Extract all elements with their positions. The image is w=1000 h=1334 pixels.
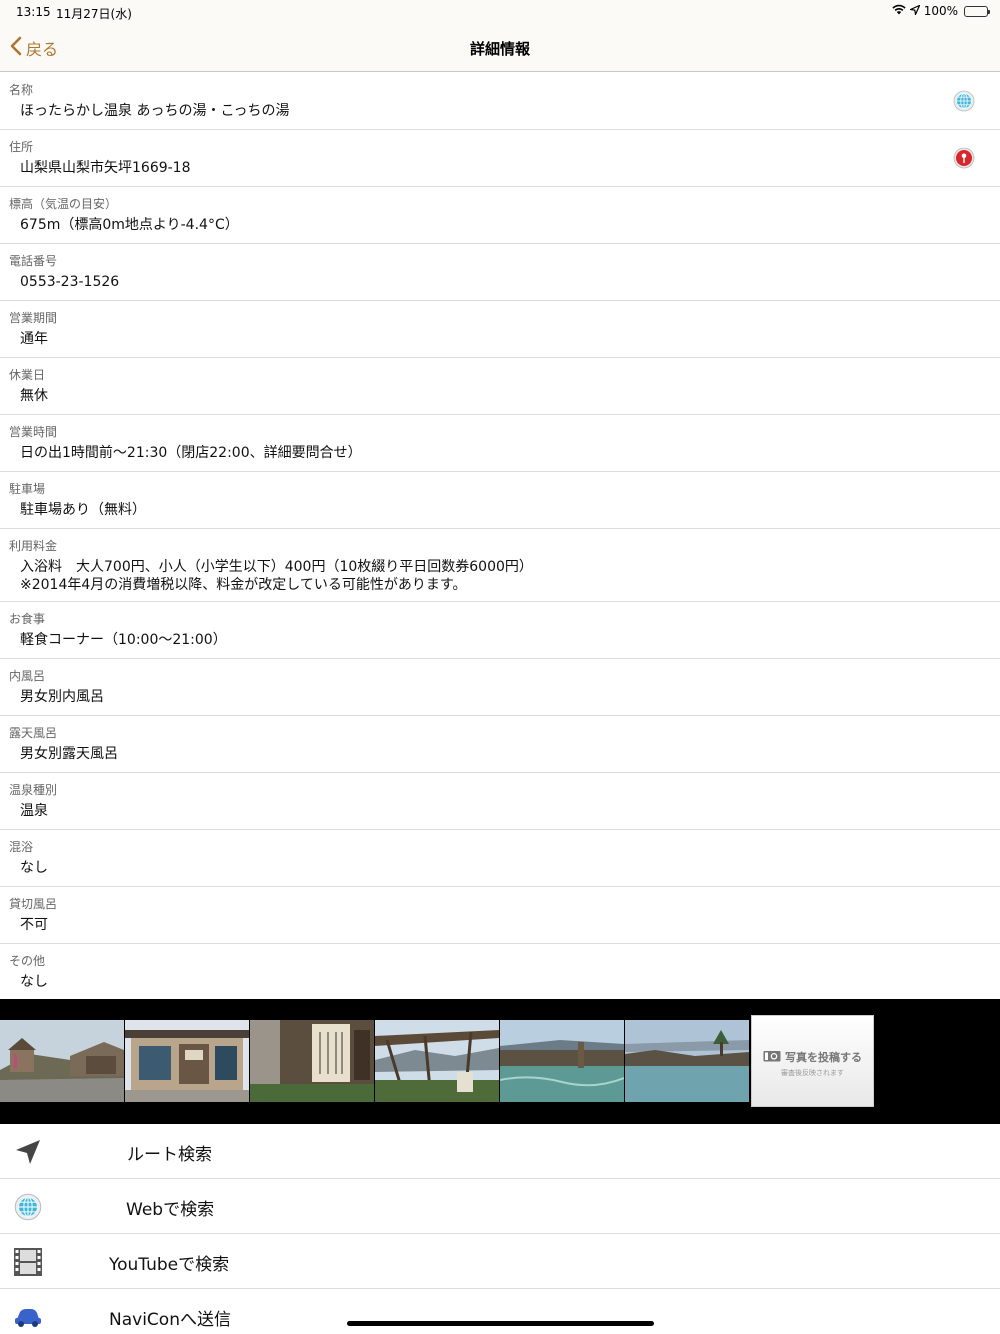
web-search-label: Webで検索: [126, 1200, 215, 1220]
detail-value: 温泉: [20, 803, 48, 819]
photo-thumbnail[interactable]: [250, 1020, 374, 1102]
detail-value: 675m（標高0m地点より-4.4°C）: [20, 217, 239, 233]
detail-row-outdoor-bath: 露天風呂 男女別露天風呂: [0, 716, 1000, 773]
detail-value: 山梨県山梨市矢坪1669-18: [20, 160, 191, 176]
detail-label: お食事: [9, 612, 46, 626]
detail-label: 温泉種別: [9, 783, 58, 797]
detail-label: 標高（気温の目安）: [9, 197, 118, 211]
photo-thumbnail[interactable]: [0, 1020, 124, 1102]
route-search-label: ルート検索: [127, 1145, 212, 1165]
detail-value: 軽食コーナー（10:00～21:00）: [20, 632, 227, 648]
location-arrow-icon: [908, 4, 921, 18]
detail-row-private-bath: 貸切風呂 不可: [0, 887, 1000, 944]
web-search-button[interactable]: Webで検索: [0, 1179, 1000, 1234]
post-photo-sublabel: 審査後反映されます: [781, 1069, 844, 1077]
detail-row-other: その他 なし: [0, 944, 1000, 1001]
detail-row-fees: 利用料金 入浴料 大人700円、小人（小学生以下）400円（10枚綴り平日回数券…: [0, 529, 1000, 602]
post-photo-label: 写真を投稿する: [785, 1051, 862, 1064]
photo-thumbnail[interactable]: [500, 1020, 624, 1102]
detail-label: 休業日: [9, 368, 46, 382]
detail-row-parking: 駐車場 駐車場あり（無料）: [0, 472, 1000, 529]
navicon-send-label: NaviConへ送信: [109, 1310, 231, 1330]
photo-thumbnail[interactable]: [625, 1020, 749, 1102]
youtube-search-button[interactable]: YouTubeで検索: [0, 1234, 1000, 1289]
detail-row-business-period: 営業期間 通年: [0, 301, 1000, 358]
photo-strip[interactable]: 写真を投稿する 審査後反映されます: [0, 999, 1000, 1124]
status-time: 13:15: [16, 5, 51, 19]
detail-value: 無休: [20, 388, 48, 404]
page-title: 詳細情報: [469, 40, 530, 58]
detail-value: なし: [20, 974, 48, 990]
detail-list: 名称 ほったらかし温泉 あっちの湯・こっちの湯 住所 山梨県山梨市矢坪1669-…: [0, 73, 1000, 1001]
car-icon: [12, 1301, 44, 1333]
battery-percentage: 100%: [923, 4, 958, 18]
action-list: ルート検索 Webで検索 YouTubeで検索 NaviConへ送信: [0, 1124, 1000, 1334]
navicon-send-button[interactable]: NaviConへ送信: [0, 1289, 1000, 1334]
status-date: 11月27日(水): [56, 7, 132, 21]
detail-value: 0553-23-1526: [20, 274, 120, 290]
detail-label: 内風呂: [9, 669, 46, 683]
camera-icon: [763, 1050, 781, 1065]
detail-value: 不可: [20, 917, 48, 933]
post-photo-button[interactable]: 写真を投稿する 審査後反映されます: [751, 1015, 874, 1107]
detail-row-indoor-bath: 内風呂 男女別内風呂: [0, 659, 1000, 716]
detail-row-mixed-bathing: 混浴 なし: [0, 830, 1000, 887]
detail-row-name: 名称 ほったらかし温泉 あっちの湯・こっちの湯: [0, 73, 1000, 130]
detail-label: 電話番号: [9, 254, 58, 268]
detail-label: 名称: [9, 83, 34, 97]
status-bar: 13:15 11月27日(水) 100%: [0, 0, 1000, 24]
home-indicator[interactable]: [347, 1321, 654, 1326]
detail-label: 混浴: [9, 840, 34, 854]
battery-icon: [964, 5, 990, 17]
detail-label: 露天風呂: [9, 726, 58, 740]
detail-value: ほったらかし温泉 あっちの湯・こっちの湯: [20, 103, 290, 119]
detail-value: 男女別露天風呂: [20, 746, 118, 762]
status-right: 100%: [892, 4, 990, 18]
detail-value: なし: [20, 860, 48, 876]
detail-row-business-hours: 営業時間 日の出1時間前～21:30（閉店22:00、詳細要問合せ）: [0, 415, 1000, 472]
detail-label: 駐車場: [9, 482, 46, 496]
detail-row-spring-type: 温泉種別 温泉: [0, 773, 1000, 830]
wifi-icon: [892, 4, 906, 18]
navigation-arrow-icon: [12, 1136, 44, 1168]
navigation-bar: 戻る 詳細情報: [0, 24, 1000, 72]
detail-row-phone: 電話番号 0553-23-1526: [0, 244, 1000, 301]
detail-row-address: 住所 山梨県山梨市矢坪1669-18: [0, 130, 1000, 187]
detail-row-meals: お食事 軽食コーナー（10:00～21:00）: [0, 602, 1000, 659]
detail-row-elevation: 標高（気温の目安） 675m（標高0m地点より-4.4°C）: [0, 187, 1000, 244]
globe-icon[interactable]: [953, 90, 975, 112]
detail-label: 利用料金: [9, 539, 58, 553]
detail-label: 営業時間: [9, 425, 58, 439]
detail-value: 駐車場あり（無料）: [20, 502, 146, 518]
detail-value: 通年: [20, 331, 48, 347]
film-icon: [12, 1246, 44, 1278]
map-pin-icon[interactable]: [953, 147, 975, 169]
detail-value: 日の出1時間前～21:30（閉店22:00、詳細要問合せ）: [20, 445, 362, 461]
detail-label: 住所: [9, 140, 34, 154]
detail-value: 男女別内風呂: [20, 689, 104, 705]
globe-icon: [12, 1191, 44, 1223]
detail-row-closed-days: 休業日 無休: [0, 358, 1000, 415]
detail-label: 貸切風呂: [9, 897, 58, 911]
photo-thumbnail[interactable]: [125, 1020, 249, 1102]
detail-label: 営業期間: [9, 311, 58, 325]
youtube-search-label: YouTubeで検索: [109, 1255, 230, 1275]
detail-label: その他: [9, 954, 46, 968]
photo-thumbnail[interactable]: [375, 1020, 499, 1102]
route-search-button[interactable]: ルート検索: [0, 1124, 1000, 1179]
detail-value: 入浴料 大人700円、小人（小学生以下）400円（10枚綴り平日回数券6000円…: [20, 559, 533, 593]
